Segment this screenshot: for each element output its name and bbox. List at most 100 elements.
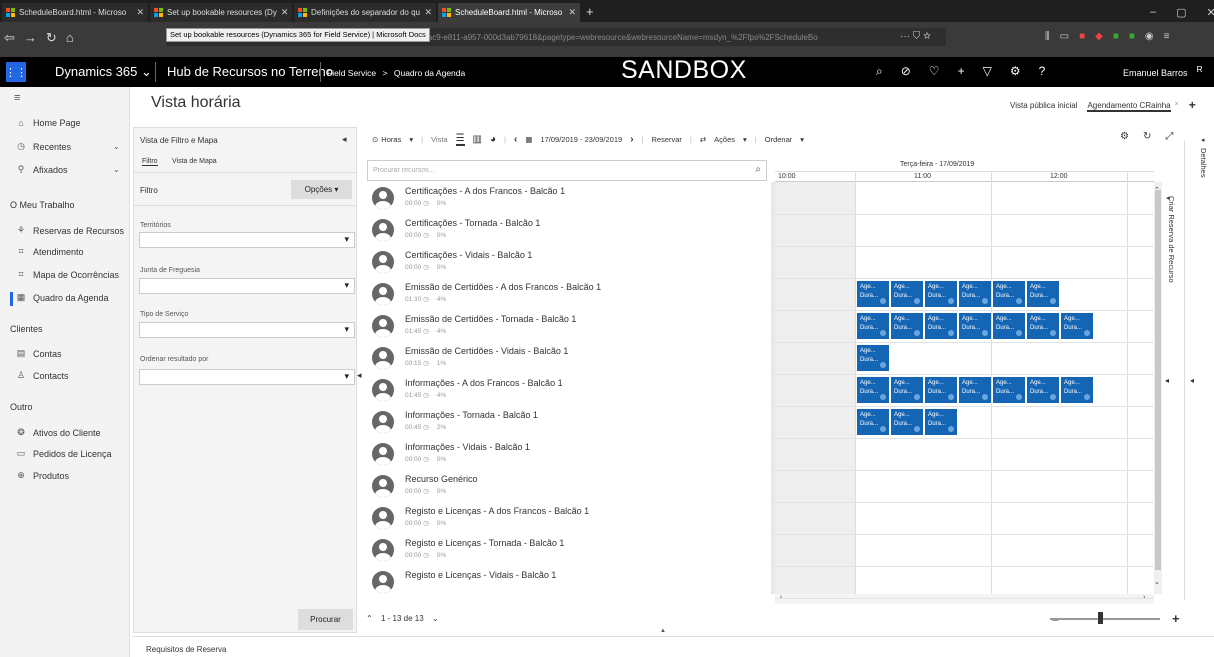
tab-map-view[interactable]: Vista de Mapa xyxy=(172,158,217,165)
sidebar-item-customer-assets[interactable]: ❂ Ativos do Cliente xyxy=(16,427,100,438)
booking-block[interactable]: Age... Dura... xyxy=(891,313,923,339)
booking-block[interactable]: Age... Dura... xyxy=(959,281,991,307)
booking-block[interactable]: Age... Dura... xyxy=(1027,281,1059,307)
date-range[interactable]: 17/09/2019 - 23/09/2019 xyxy=(540,135,622,144)
lightbulb-icon[interactable]: ♡ xyxy=(929,64,940,79)
booking-block[interactable]: Age... Dura... xyxy=(891,377,923,403)
user-icon[interactable]: ᴿ xyxy=(1197,64,1202,78)
filter-icon[interactable]: ▽ xyxy=(983,64,992,79)
list-view-icon[interactable]: ☰ xyxy=(455,133,465,146)
extension-icon[interactable]: ■ xyxy=(1113,31,1119,42)
add-icon[interactable]: + xyxy=(958,64,965,79)
splitter-handle[interactable]: ◂ xyxy=(357,370,362,381)
column-view-icon[interactable]: ▥ xyxy=(473,134,482,145)
booking-block[interactable]: Age... Dura... xyxy=(1027,377,1059,403)
resource-row[interactable]: Registo e Licenças - Vidais - Balcão 1 xyxy=(364,566,772,594)
hamburger-icon[interactable]: ≡ xyxy=(14,92,20,104)
sidebar-item-accounts[interactable]: ▤ Contas xyxy=(16,348,62,359)
close-icon[interactable]: × xyxy=(1175,101,1179,112)
browser-tab[interactable]: Definições do separador do qu ✕ xyxy=(294,3,436,22)
sidebar-item-recent[interactable]: ◷ Recentes xyxy=(16,141,71,152)
chevron-down-icon[interactable]: ⌄ xyxy=(113,142,120,151)
sidebar-item-home[interactable]: ⌂ Home Page xyxy=(16,118,80,128)
chevron-down-icon[interactable]: ▾ xyxy=(800,135,804,144)
booking-block[interactable]: Age... Dura... xyxy=(1061,377,1093,403)
previous-icon[interactable]: ‹ xyxy=(514,134,517,145)
expand-panel-icon[interactable]: ◂ xyxy=(1165,376,1169,385)
resource-row[interactable]: Registo e Licenças - A dos Francos - Bal… xyxy=(364,502,772,535)
zoom-slider-thumb[interactable] xyxy=(1098,612,1103,624)
resource-row[interactable]: Informações - A dos Francos - Balcão 1 01… xyxy=(364,374,772,407)
options-button[interactable]: Opções ▾ xyxy=(291,180,352,199)
sidebar-item-license-requests[interactable]: ▭ Pedidos de Licença xyxy=(16,448,112,459)
resource-row[interactable]: Registo e Licenças - Tornada - Balcão 1 0… xyxy=(364,534,772,567)
scroll-up-icon[interactable]: ⌃ xyxy=(1154,186,1160,194)
booking-block[interactable]: Age... Dura... xyxy=(1027,313,1059,339)
map-view-icon[interactable]: ◕ xyxy=(490,134,496,145)
gear-icon[interactable]: ⚙ xyxy=(1010,64,1021,79)
service-type-select[interactable] xyxy=(139,322,355,338)
help-icon[interactable]: ? xyxy=(1039,64,1046,79)
app-launcher-icon[interactable]: ⋮⋮ xyxy=(5,62,27,82)
home-icon[interactable]: ⌂ xyxy=(66,30,74,46)
close-window-button[interactable]: ✕ xyxy=(1207,6,1214,19)
resource-row[interactable]: Certificações - A dos Francos - Balcão 1… xyxy=(364,182,772,215)
search-icon[interactable]: ⌕ xyxy=(876,64,883,79)
hub-name[interactable]: Hub de Recursos no Terreno xyxy=(167,64,333,79)
resource-row[interactable]: Informações - Vidais - Balcão 1 00:00 ◷ 0% xyxy=(364,438,772,471)
gear-icon[interactable]: ⚙ xyxy=(1120,131,1129,142)
booking-requirements-label[interactable]: Requisitos de Reserva xyxy=(146,645,226,654)
expand-icon[interactable]: ⤢ xyxy=(1165,131,1173,142)
booking-block[interactable]: Age... Dura... xyxy=(925,409,957,435)
sidebar-item-incident-map[interactable]: ⌗ Mapa de Ocorrências xyxy=(16,269,119,280)
sidebar-item-resource-bookings[interactable]: ⚘ Reservas de Recursos xyxy=(16,225,124,236)
chevron-up-icon[interactable]: ⌃ xyxy=(366,614,373,623)
reader-icon[interactable]: ▭ xyxy=(1060,31,1069,42)
resource-row[interactable]: Certificações - Vidais - Balcão 1 00:00 ◷… xyxy=(364,246,772,279)
close-icon[interactable]: ✕ xyxy=(420,7,432,18)
booking-block[interactable]: Age... Dura... xyxy=(925,281,957,307)
tab-public-view[interactable]: Vista pública inicial xyxy=(1010,101,1077,112)
chevron-down-icon[interactable]: ▾ xyxy=(743,135,747,144)
sidebar-item-contacts[interactable]: ♙ Contacts xyxy=(16,370,69,381)
booking-block[interactable]: Age... Dura... xyxy=(993,281,1025,307)
actions-dropdown[interactable]: Ações xyxy=(714,135,735,144)
refresh-icon[interactable]: ↻ xyxy=(1143,131,1151,142)
forward-icon[interactable]: → xyxy=(24,30,37,46)
reading-list-icon[interactable]: ⫼ xyxy=(1045,31,1050,42)
calendar-icon[interactable]: ▦ xyxy=(525,135,532,144)
breadcrumb-page[interactable]: Quadro da Agenda xyxy=(394,68,465,78)
parish-select[interactable] xyxy=(139,278,355,294)
new-tab-button[interactable]: + xyxy=(586,4,594,19)
booking-block[interactable]: Age... Dura... xyxy=(959,313,991,339)
resource-search-input[interactable]: Procurar recursos... ⌕ xyxy=(367,160,767,181)
extension-icon[interactable]: ◆ xyxy=(1095,31,1103,42)
tab-active-view[interactable]: Agendamento CRainha xyxy=(1087,101,1171,112)
booking-block[interactable]: Age... Dura... xyxy=(857,377,889,403)
booking-block[interactable]: Age... Dura... xyxy=(857,313,889,339)
browser-tab[interactable]: ScheduleBoard.html - Microso ✕ xyxy=(2,3,148,22)
sidebar-item-service[interactable]: ⌗ Atendimento xyxy=(16,246,83,257)
booking-block[interactable]: Age... Dura... xyxy=(959,377,991,403)
booking-block[interactable]: Age... Dura... xyxy=(891,409,923,435)
close-icon[interactable]: ✕ xyxy=(277,7,289,18)
sidebar-item-pinned[interactable]: ⚲ Afixados xyxy=(16,164,68,175)
resource-row[interactable]: Emissão de Certidões - Vidais - Balcão 1… xyxy=(364,342,772,375)
create-booking-panel-label[interactable]: Criar Reserva de Recurso xyxy=(1167,196,1176,283)
next-icon[interactable]: › xyxy=(630,134,633,145)
details-panel-label[interactable]: Detalhes xyxy=(1199,148,1208,178)
reserve-button[interactable]: Reservar xyxy=(651,135,681,144)
breadcrumb-area[interactable]: Field Service xyxy=(327,68,376,78)
zoom-slider[interactable] xyxy=(1050,618,1160,620)
booking-block[interactable]: Age... Dura... xyxy=(993,313,1025,339)
grid-scrollbar-thumb[interactable] xyxy=(1155,190,1161,570)
minimize-button[interactable]: – xyxy=(1150,6,1156,19)
favorite-icon[interactable]: ··· ⛉ ☆ xyxy=(900,31,931,42)
booking-block[interactable]: Age... Dura... xyxy=(857,281,889,307)
collapse-icon[interactable]: ◂ xyxy=(1201,136,1205,144)
chevron-down-icon[interactable]: ▾ xyxy=(409,135,413,144)
zoom-in-button[interactable]: + xyxy=(1172,611,1180,626)
booking-block[interactable]: Age... Dura... xyxy=(1061,313,1093,339)
sidebar-item-products[interactable]: ⊕ Produtos xyxy=(16,470,69,481)
sort-dropdown[interactable]: Ordenar xyxy=(765,135,793,144)
